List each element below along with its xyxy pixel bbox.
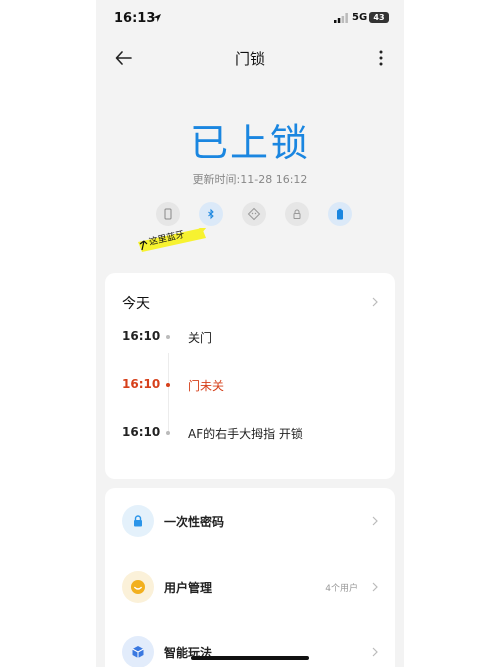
network-label: 5G xyxy=(352,12,368,23)
log-dot xyxy=(166,431,170,435)
page-title: 门锁 xyxy=(234,50,265,68)
battery-icon: 43 xyxy=(369,12,389,23)
timeline-line xyxy=(167,353,169,433)
cube-icon xyxy=(122,636,154,667)
face-icon[interactable] xyxy=(242,202,266,226)
device-status-icons xyxy=(96,202,404,226)
user-count: 4个用户 xyxy=(325,584,358,594)
log-text: AF的右手大拇指 开锁 xyxy=(188,427,303,441)
log-dot xyxy=(166,383,170,387)
log-text: 门未关 xyxy=(188,379,225,393)
smile-icon xyxy=(122,571,154,603)
location-arrow-icon xyxy=(153,14,161,22)
today-title: 今天 xyxy=(122,296,150,312)
lock-icon xyxy=(122,505,154,537)
phone-icon[interactable] xyxy=(156,202,180,226)
today-log-card[interactable]: 今天 16:10 关门 16:10 门未关 16:10 AF的右手大拇指 开锁 xyxy=(105,273,395,479)
log-text: 关门 xyxy=(188,331,213,345)
battery-level-icon[interactable] xyxy=(328,202,352,226)
annotation-note: 这里蓝牙 xyxy=(136,228,208,256)
chevron-right-icon[interactable] xyxy=(371,297,379,307)
signal-icon xyxy=(334,13,348,23)
chevron-right-icon xyxy=(372,582,378,592)
phone-screen: 16:13 5G 43 门锁 已上锁 更新时间:11-28 16:12 这里蓝牙… xyxy=(96,0,404,667)
header: 门锁 xyxy=(96,38,404,78)
menu-item-label: 用户管理 xyxy=(164,581,213,595)
more-options-icon[interactable] xyxy=(374,48,388,68)
lock-icon[interactable] xyxy=(285,202,309,226)
bluetooth-icon[interactable] xyxy=(199,202,223,226)
log-time: 16:10 xyxy=(122,425,161,439)
status-bar: 16:13 5G 43 xyxy=(96,0,404,38)
chevron-right-icon xyxy=(372,516,378,526)
update-time: 更新时间:11-28 16:12 xyxy=(192,173,308,186)
log-time: 16:10 xyxy=(122,377,161,391)
log-dot xyxy=(166,335,170,339)
home-indicator[interactable] xyxy=(191,656,309,660)
feature-menu-card: 一次性密码 用户管理 4个用户 智能玩法 xyxy=(105,488,395,667)
lock-status: 已上锁 xyxy=(189,121,310,165)
status-time: 16:13 xyxy=(114,11,156,26)
log-time: 16:10 xyxy=(122,329,161,343)
chevron-right-icon xyxy=(372,647,378,657)
menu-item-label: 一次性密码 xyxy=(164,515,225,529)
